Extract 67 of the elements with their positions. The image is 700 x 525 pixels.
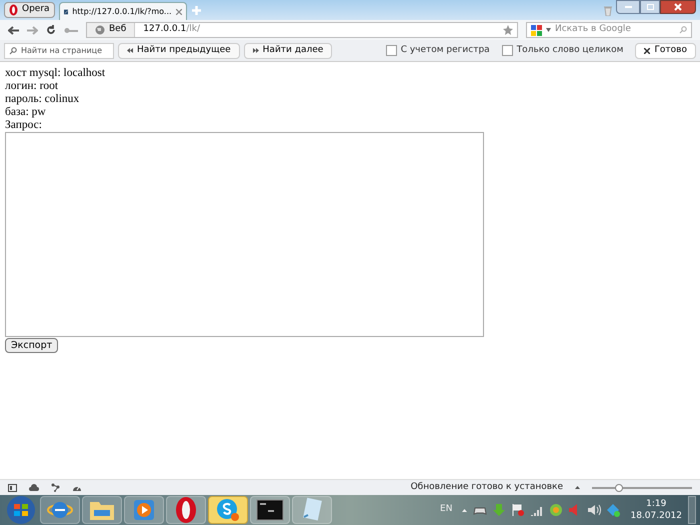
skype-icon xyxy=(215,497,241,523)
find-previous-button[interactable]: Найти предыдущее xyxy=(118,42,240,58)
export-button[interactable]: Экспорт xyxy=(5,338,58,353)
zone-button[interactable]: Веб xyxy=(87,23,136,37)
done-button[interactable]: Готово xyxy=(635,42,696,58)
checkbox[interactable] xyxy=(502,45,513,56)
info-line: база: pw xyxy=(5,106,46,119)
search-icon[interactable] xyxy=(679,26,687,34)
back-arrow-icon[interactable] xyxy=(8,26,19,34)
down-arrow-icon[interactable] xyxy=(492,503,506,517)
clock-time: 1:19 xyxy=(646,498,666,510)
reload-icon[interactable] xyxy=(46,25,56,35)
panel-icon[interactable] xyxy=(8,484,17,492)
tab-title: http://127.0.0.1/lk/?mo... xyxy=(72,6,172,18)
site-icon xyxy=(64,6,68,16)
opera-o-icon xyxy=(175,496,197,524)
forward-arrow-icon[interactable] xyxy=(27,26,38,34)
info-line: логин: root xyxy=(5,80,58,93)
search-icon xyxy=(9,46,17,54)
opera-logo-icon xyxy=(9,4,18,16)
google-icon xyxy=(531,24,542,36)
info-line: пароль: colinux xyxy=(5,93,80,106)
url-text: 127.0.0.1/lk/ xyxy=(143,23,200,36)
browser-tab[interactable]: http://127.0.0.1/lk/?mo... xyxy=(58,2,187,20)
zoom-slider[interactable] xyxy=(592,482,692,492)
dropdown-caret-icon[interactable] xyxy=(546,28,551,32)
key-icon[interactable] xyxy=(64,26,78,34)
close-icon xyxy=(644,48,650,54)
close-icon xyxy=(674,3,682,11)
network-icon[interactable] xyxy=(606,503,620,517)
find-field[interactable]: Найти на странице xyxy=(4,42,114,58)
star-icon[interactable] xyxy=(503,25,513,35)
start-orb-icon xyxy=(6,495,36,525)
clock[interactable]: 1:19 18.07.2012 xyxy=(626,498,686,522)
cloud-icon[interactable] xyxy=(29,484,39,491)
minimize-button[interactable] xyxy=(616,0,640,14)
checkbox-label: Только слово целиком xyxy=(516,44,624,57)
search-field[interactable]: Искать в Google xyxy=(526,22,692,38)
caret-up-icon[interactable] xyxy=(575,486,580,489)
status-message: Обновление готово к установке xyxy=(410,480,563,494)
address-field[interactable]: Веб 127.0.0.1/lk/ xyxy=(86,22,518,38)
query-label: Запрос: xyxy=(5,119,42,132)
terminal-icon xyxy=(256,499,284,521)
trash-icon[interactable] xyxy=(604,6,612,16)
search-input[interactable]: Искать в Google xyxy=(555,23,675,37)
close-button[interactable] xyxy=(660,0,696,14)
clock-date: 18.07.2012 xyxy=(630,510,682,522)
zoom-slider-thumb[interactable] xyxy=(615,484,623,492)
maximize-button[interactable] xyxy=(640,0,660,14)
play-icon xyxy=(132,498,156,522)
find-input[interactable]: Найти на странице xyxy=(21,44,109,56)
checkbox-label: С учетом регистра xyxy=(400,44,490,57)
show-desktop-button[interactable] xyxy=(688,496,696,524)
share-nodes-icon[interactable] xyxy=(51,483,60,492)
info-line: хост mysql: localhost xyxy=(5,67,106,80)
caret-up-icon[interactable] xyxy=(462,508,468,512)
double-left-icon xyxy=(127,48,133,53)
double-right-icon xyxy=(252,48,259,53)
checkbox[interactable] xyxy=(386,45,397,56)
notepad-icon xyxy=(300,497,324,523)
flag-icon[interactable] xyxy=(511,503,526,517)
close-icon[interactable] xyxy=(176,8,182,14)
find-next-button[interactable]: Найти далее xyxy=(244,42,332,58)
egg-shield-icon[interactable] xyxy=(549,503,564,517)
globe-icon xyxy=(95,25,105,35)
volume-icon[interactable] xyxy=(587,503,602,517)
opera-menu-button[interactable]: Opera xyxy=(4,2,55,18)
